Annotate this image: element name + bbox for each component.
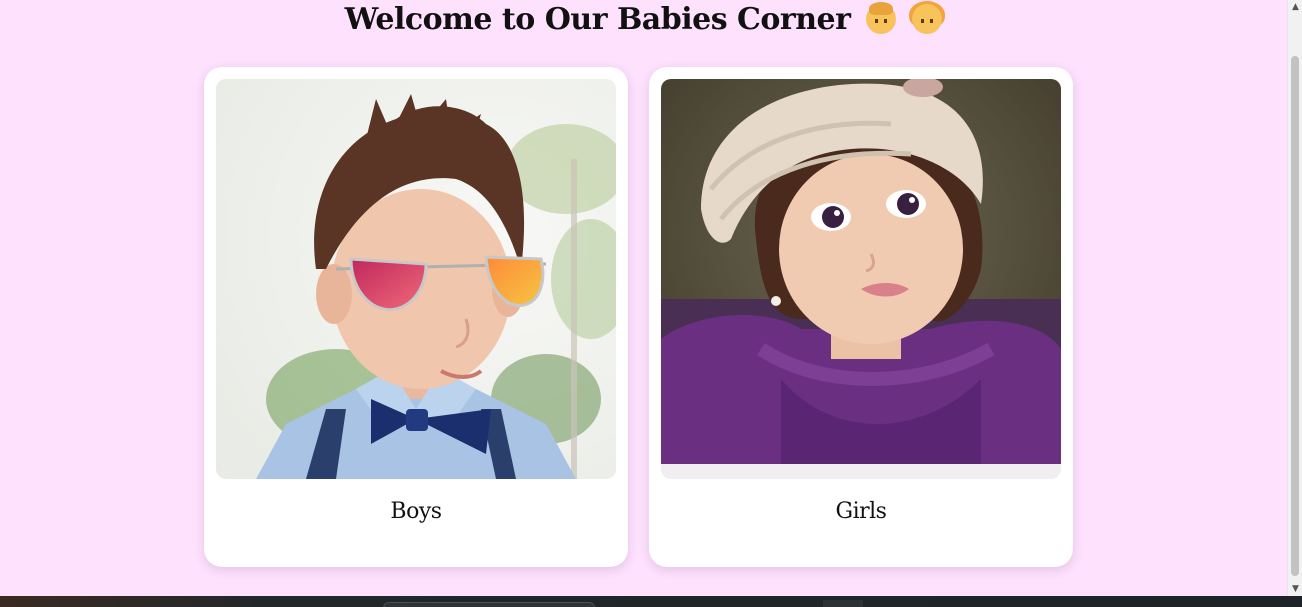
taskbar-search-box[interactable] bbox=[383, 602, 595, 607]
scroll-down-arrow-icon[interactable]: ▼ bbox=[1288, 582, 1302, 596]
taskbar-app-icon[interactable] bbox=[823, 600, 863, 607]
girl-photo[interactable] bbox=[661, 79, 1061, 464]
scrollbar-thumb[interactable] bbox=[1291, 56, 1299, 576]
baby-boy-emoji-icon bbox=[866, 2, 897, 34]
vertical-scrollbar[interactable]: ▲ ▼ bbox=[1287, 0, 1302, 596]
girls-card[interactable]: Girls bbox=[649, 67, 1073, 567]
baby-girl-emoji-icon bbox=[909, 1, 946, 34]
boys-caption: Boys bbox=[390, 499, 442, 524]
page-title: Welcome to Our Babies Corner bbox=[0, 0, 1287, 40]
girls-caption: Girls bbox=[835, 499, 887, 524]
boys-card[interactable]: Boys bbox=[204, 67, 628, 567]
page-title-text: Welcome to Our Babies Corner bbox=[344, 2, 851, 37]
scroll-up-arrow-icon[interactable]: ▲ bbox=[1288, 0, 1302, 14]
boy-photo[interactable] bbox=[216, 79, 616, 479]
os-taskbar bbox=[0, 596, 1302, 607]
